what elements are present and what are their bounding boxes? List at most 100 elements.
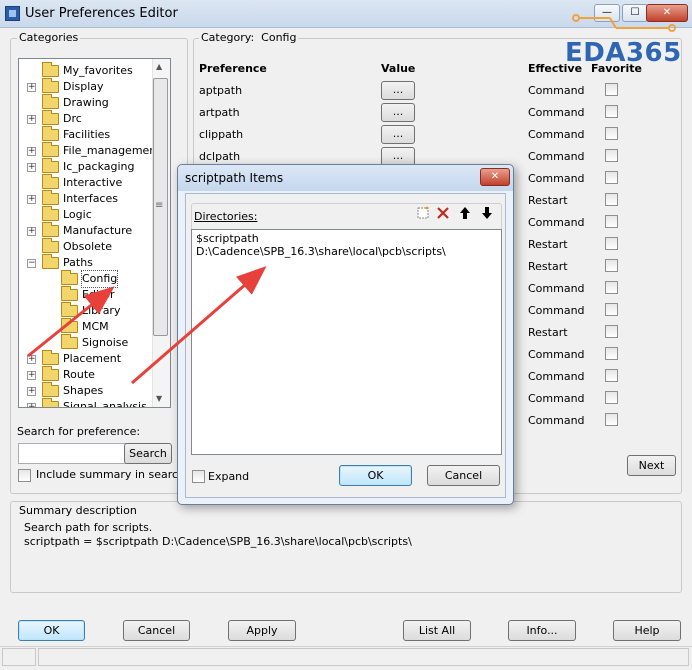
tree-item[interactable]: + Drc	[19, 110, 159, 127]
favorite-checkbox[interactable]	[605, 281, 618, 294]
app-icon	[5, 6, 20, 21]
value-edit-button[interactable]: ...	[381, 125, 415, 144]
scroll-up-icon[interactable]: ▲	[156, 62, 162, 71]
favorite-checkbox[interactable]	[605, 259, 618, 272]
favorite-checkbox[interactable]	[605, 127, 618, 140]
tree-item[interactable]: + Signal_analysis	[19, 398, 159, 408]
favorite-checkbox[interactable]	[605, 83, 618, 96]
header-effective: Effective	[528, 62, 583, 75]
preference-row: artpath... Command	[199, 103, 629, 126]
collapse-icon[interactable]: −	[27, 259, 36, 268]
tree-item-label: File_management	[63, 144, 161, 157]
tree-item[interactable]: Facilities	[19, 126, 159, 143]
tree-item[interactable]: − Paths	[19, 254, 159, 271]
expand-checkbox[interactable]	[192, 470, 205, 483]
delete-icon[interactable]	[436, 206, 450, 220]
expand-icon[interactable]: +	[27, 163, 36, 172]
move-up-icon[interactable]	[458, 206, 472, 220]
favorite-checkbox[interactable]	[605, 325, 618, 338]
favorite-checkbox[interactable]	[605, 171, 618, 184]
scroll-down-icon[interactable]: ▼	[156, 394, 162, 403]
tree-item-label: Signoise	[82, 336, 129, 349]
tree-item-label: MCM	[82, 320, 109, 333]
tree-item-label: Obsolete	[63, 240, 113, 253]
tree-item[interactable]: + Ic_packaging	[19, 158, 159, 175]
scriptpath-dialog: scriptpath Items ✕ Directories: $scriptp…	[177, 164, 514, 505]
tree-item[interactable]: My_favorites	[19, 62, 159, 79]
search-button[interactable]: Search	[124, 443, 172, 464]
tree-item[interactable]: + Interfaces	[19, 190, 159, 207]
search-label: Search for preference:	[17, 425, 141, 438]
tree-item[interactable]: + Placement	[19, 350, 159, 367]
tree-item[interactable]: Editor	[19, 286, 159, 303]
tree-item-label: Signal_analysis	[63, 400, 147, 408]
favorite-checkbox[interactable]	[605, 193, 618, 206]
tree-item[interactable]: MCM	[19, 318, 159, 335]
dialog-cancel-button[interactable]: Cancel	[427, 465, 500, 486]
tree-item-label: Display	[63, 80, 104, 93]
new-entry-icon[interactable]	[416, 206, 430, 220]
tree-item-label: Manufacture	[63, 224, 133, 237]
expand-icon[interactable]: +	[27, 83, 36, 92]
effective-value: Command	[528, 348, 585, 361]
tree-item[interactable]: + Route	[19, 366, 159, 383]
favorite-checkbox[interactable]	[605, 391, 618, 404]
tree-item[interactable]: Logic	[19, 206, 159, 223]
tree-item[interactable]: Library	[19, 302, 159, 319]
search-input[interactable]	[18, 443, 138, 464]
ok-button[interactable]: OK	[18, 620, 85, 641]
folder-icon	[42, 174, 59, 189]
tree-item[interactable]: Config	[19, 270, 159, 288]
dialog-ok-button[interactable]: OK	[339, 465, 412, 486]
folder-icon	[61, 286, 78, 301]
next-button[interactable]: Next	[627, 455, 676, 476]
move-down-icon[interactable]	[480, 206, 494, 220]
favorite-checkbox[interactable]	[605, 347, 618, 360]
expand-icon[interactable]: +	[27, 115, 36, 124]
summary-label: Summary description	[17, 504, 139, 517]
tree-item-label: Placement	[63, 352, 122, 365]
expand-icon[interactable]: +	[27, 403, 36, 407]
tree-item-label: Drawing	[63, 96, 109, 109]
tree-item[interactable]: Obsolete	[19, 238, 159, 255]
expand-icon[interactable]: +	[27, 387, 36, 396]
preference-row: clippath... Command	[199, 125, 629, 148]
categories-tree[interactable]: My_favorites + Display Drawing + Drc Facilitie…	[18, 58, 171, 408]
favorite-checkbox[interactable]	[605, 369, 618, 382]
tree-item[interactable]: Signoise	[19, 334, 159, 351]
favorite-checkbox[interactable]	[605, 215, 618, 228]
apply-button[interactable]: Apply	[228, 620, 296, 641]
favorite-checkbox[interactable]	[605, 149, 618, 162]
cancel-button[interactable]: Cancel	[123, 620, 190, 641]
value-edit-button[interactable]: ...	[381, 103, 415, 122]
expand-icon[interactable]: +	[27, 147, 36, 156]
tree-item-label: Paths	[63, 256, 93, 269]
tree-item[interactable]: + Manufacture	[19, 222, 159, 239]
effective-value: Command	[528, 172, 585, 185]
folder-icon	[42, 350, 59, 365]
directory-entry[interactable]: $scriptpath	[196, 232, 259, 245]
expand-icon[interactable]: +	[27, 371, 36, 380]
favorite-checkbox[interactable]	[605, 237, 618, 250]
expand-icon[interactable]: +	[27, 195, 36, 204]
dialog-close-button[interactable]: ✕	[480, 168, 510, 186]
value-edit-button[interactable]: ...	[381, 81, 415, 100]
expand-icon[interactable]: +	[27, 355, 36, 364]
tree-item[interactable]: Drawing	[19, 94, 159, 111]
tree-item[interactable]: + File_management	[19, 142, 161, 159]
directory-entry[interactable]: D:\Cadence\SPB_16.3\share\local\pcb\scri…	[196, 245, 446, 258]
list-all-button[interactable]: List All	[403, 620, 471, 641]
favorite-checkbox[interactable]	[605, 413, 618, 426]
effective-value: Restart	[528, 194, 568, 207]
effective-value: Command	[528, 414, 585, 427]
help-button[interactable]: Help	[613, 620, 681, 641]
favorite-checkbox[interactable]	[605, 105, 618, 118]
tree-item[interactable]: Interactive	[19, 174, 159, 191]
include-summary-checkbox[interactable]	[18, 469, 31, 482]
favorite-checkbox[interactable]	[605, 303, 618, 316]
tree-item[interactable]: + Display	[19, 78, 159, 95]
info-button[interactable]: Info...	[508, 620, 576, 641]
expand-icon[interactable]: +	[27, 227, 36, 236]
tree-item[interactable]: + Shapes	[19, 382, 159, 399]
directories-list[interactable]: $scriptpath D:\Cadence\SPB_16.3\share\lo…	[191, 229, 502, 455]
